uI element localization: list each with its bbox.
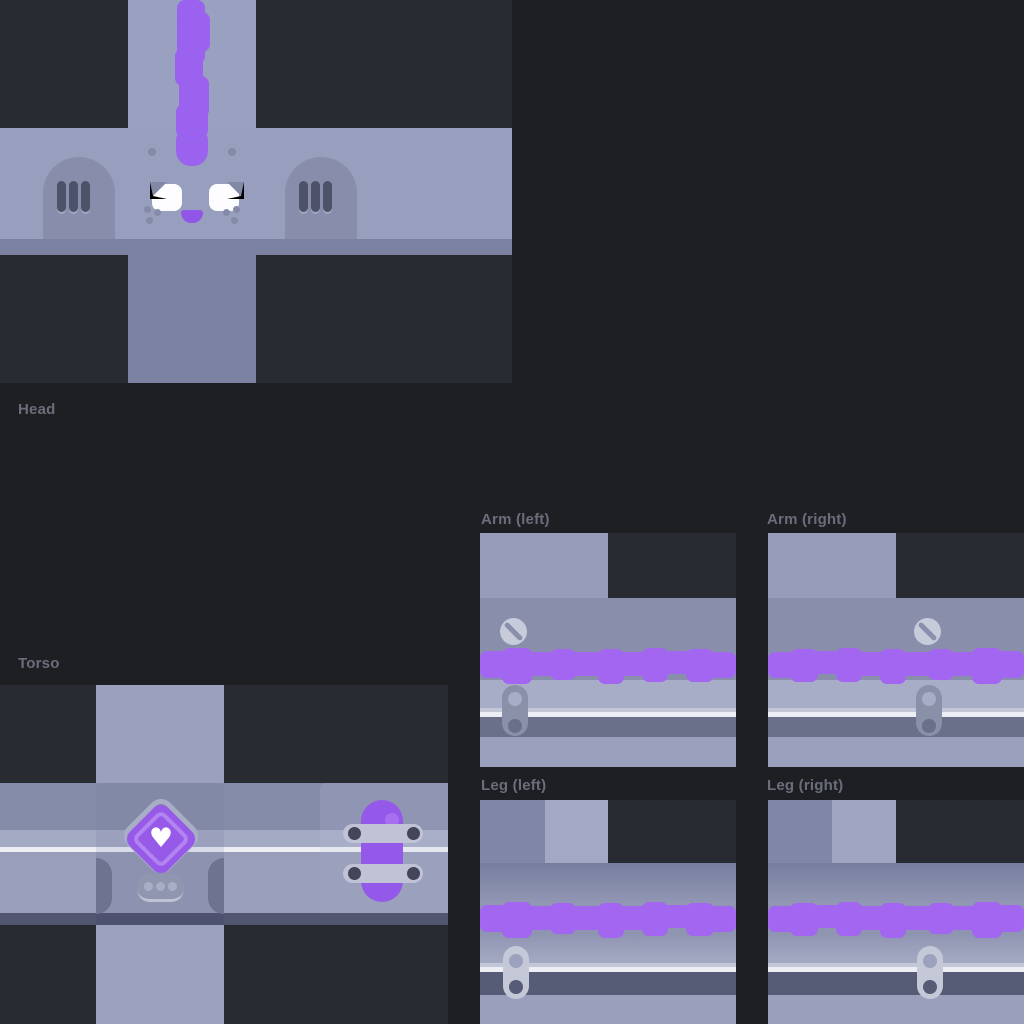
band-hem xyxy=(320,913,448,925)
zipper-pull-icon xyxy=(502,685,528,736)
thigh-gradient xyxy=(480,863,736,905)
uv-empty-block xyxy=(896,800,1024,863)
vent-dot-icon xyxy=(144,882,153,891)
cuff-dark-band xyxy=(768,972,1024,995)
eyelid-notch-left xyxy=(150,182,167,199)
leg-right-texture-tile[interactable] xyxy=(768,800,1024,1024)
bolt-icon xyxy=(348,867,361,880)
arm-left-label: Arm (left) xyxy=(481,511,550,528)
uv-empty-block xyxy=(608,533,736,598)
head-bottom-panel xyxy=(128,239,256,383)
ear-gill-icon xyxy=(323,181,332,212)
cuff-dark-band xyxy=(768,717,1024,737)
thigh-gradient xyxy=(768,863,1024,905)
chest-panel: ♥ xyxy=(96,783,224,925)
torso-bottom-panel xyxy=(96,925,224,1024)
leg-top-panel xyxy=(480,800,545,863)
head-texture-tile[interactable] xyxy=(0,0,512,383)
arm-left-texture-tile[interactable] xyxy=(480,533,736,767)
leg-left-texture-tile[interactable] xyxy=(480,800,736,1024)
zipper-pull-icon xyxy=(917,946,943,999)
screw-icon xyxy=(500,618,527,645)
freckle xyxy=(233,206,240,213)
cuff-bottom-band xyxy=(768,737,1024,767)
back-panel xyxy=(320,783,448,925)
arm-right-label: Arm (right) xyxy=(767,511,847,528)
leg-left-label: Leg (left) xyxy=(481,777,546,794)
ear-left xyxy=(43,157,115,239)
vent-dot-icon xyxy=(168,882,177,891)
eyelid-notch-right xyxy=(227,182,244,199)
purple-fur-band xyxy=(480,902,736,938)
shoulder-shadow xyxy=(96,858,112,914)
shoulder-shadow xyxy=(208,858,224,914)
arm-right-texture-tile[interactable] xyxy=(768,533,1024,767)
ear-gill-icon xyxy=(69,181,78,212)
heart-emblem-badge: ♥ xyxy=(123,801,199,877)
vent-dot-icon xyxy=(156,882,165,891)
leg-right-label: Leg (right) xyxy=(767,777,843,794)
ear-gill-icon xyxy=(311,181,320,212)
ear-right xyxy=(285,157,357,239)
skin-editor-canvas: Head Torso ♥ xyxy=(0,0,1024,1024)
uv-empty-block xyxy=(608,800,736,863)
purple-fur-band xyxy=(768,648,1024,684)
ear-gill-icon xyxy=(299,181,308,212)
leg-top-panel-light xyxy=(832,800,896,863)
sleeve-top-panel xyxy=(768,533,896,598)
cuff-bottom-band xyxy=(480,737,736,767)
leg-top-panel xyxy=(768,800,832,863)
freckle xyxy=(223,209,230,216)
screw-icon xyxy=(914,618,941,645)
purple-fur-band xyxy=(480,648,736,684)
zipper-pull-icon xyxy=(916,685,942,736)
heart-icon: ♥ xyxy=(134,812,188,866)
ear-gill-icon xyxy=(57,181,66,212)
zipper-pull-icon xyxy=(503,946,529,999)
head-hair-stripe xyxy=(174,0,210,168)
torso-top-panel xyxy=(96,685,224,783)
torso-band: ♥ xyxy=(0,783,448,925)
chest-vent-plate xyxy=(137,874,184,902)
face-dot xyxy=(148,148,156,156)
bolt-icon xyxy=(348,827,361,840)
cuff-bottom-band xyxy=(480,995,736,1024)
leg-top-panel-light xyxy=(545,800,608,863)
purple-fur-band xyxy=(768,902,1024,938)
torso-label: Torso xyxy=(18,655,60,672)
band-hem xyxy=(96,913,224,925)
torso-texture-tile[interactable]: ♥ xyxy=(0,685,448,1024)
face-dot xyxy=(228,148,236,156)
head-label: Head xyxy=(18,401,55,418)
head-band-shade xyxy=(0,239,512,255)
ear-gill-icon xyxy=(81,181,90,212)
bolt-icon xyxy=(407,867,420,880)
freckle xyxy=(154,209,161,216)
sleeve-top-panel xyxy=(480,533,608,598)
freckle xyxy=(146,217,153,224)
bolt-icon xyxy=(407,827,420,840)
freckle xyxy=(231,217,238,224)
cuff-bottom-band xyxy=(768,995,1024,1024)
freckle xyxy=(144,206,151,213)
uv-empty-block xyxy=(896,533,1024,598)
